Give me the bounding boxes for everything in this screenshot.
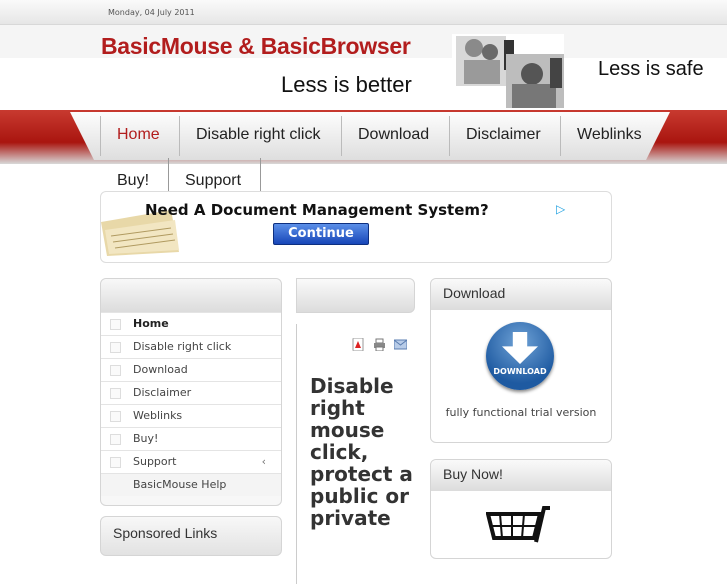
print-icon[interactable]: [373, 338, 386, 351]
banner-photo: [452, 34, 564, 108]
nav-download[interactable]: Download: [358, 124, 429, 146]
nav-disable-right-click[interactable]: Disable right click: [196, 124, 320, 146]
sidebar-menu: Home Disable right click Download Discla…: [100, 278, 282, 506]
buy-now-box: Buy Now!: [430, 459, 612, 559]
sidebar-item-label: Home: [133, 317, 169, 330]
ad-headline[interactable]: Need A Document Management System?: [145, 201, 489, 219]
nav-separator: [449, 116, 450, 156]
sidebar-item-disable-right-click[interactable]: Disable right click: [101, 335, 281, 358]
sidebar-item-label: Disclaimer: [133, 386, 192, 399]
slogan-safe: Less is safe: [598, 58, 704, 80]
content-border: [296, 324, 297, 584]
top-bar: Monday, 04 July 2011: [0, 0, 727, 25]
nav-buy[interactable]: Buy!: [117, 172, 149, 190]
sidebar-item-download[interactable]: Download: [101, 358, 281, 381]
sidebar-item-buy[interactable]: Buy!: [101, 427, 281, 450]
sidebar-item-label: Disable right click: [133, 340, 232, 353]
nav-support[interactable]: Support: [185, 172, 241, 190]
download-button[interactable]: DOWNLOAD: [486, 322, 554, 390]
nav-home[interactable]: Home: [117, 124, 160, 146]
chevron-left-icon[interactable]: ‹: [262, 451, 266, 473]
sidebar-item-weblinks[interactable]: Weblinks: [101, 404, 281, 427]
nav-disclaimer[interactable]: Disclaimer: [466, 124, 541, 146]
bullet-icon: [110, 319, 121, 330]
sidebar-item-label: Weblinks: [133, 409, 183, 422]
main-content: Disable right mouse click, protect a pub…: [296, 278, 416, 584]
sidebar-item-disclaimer[interactable]: Disclaimer: [101, 381, 281, 404]
sidebar-item-support[interactable]: Support ‹: [101, 450, 281, 473]
sidebar-item-basicmouse-help[interactable]: BasicMouse Help: [101, 473, 281, 496]
bullet-icon: [110, 434, 121, 445]
email-icon[interactable]: [394, 338, 408, 351]
buy-now-title: Buy Now!: [431, 460, 611, 491]
nav-weblinks[interactable]: Weblinks: [577, 124, 642, 146]
site-title: BasicMouse & BasicBrowser: [101, 33, 411, 59]
content-header: [296, 278, 415, 313]
sidebar-item-label: Support: [133, 455, 177, 468]
sidebar-header: [101, 279, 281, 312]
sponsored-links-box: Sponsored Links: [100, 516, 282, 556]
download-arrow-icon: [502, 332, 538, 364]
download-box-title: Download: [431, 279, 611, 310]
shopping-cart-icon[interactable]: [486, 504, 556, 549]
main-nav: Home Disable right click Download Discla…: [0, 110, 727, 164]
ad-banner[interactable]: Need A Document Management System? Conti…: [100, 191, 612, 263]
nav-separator: [100, 116, 101, 156]
nav-separator: [341, 116, 342, 156]
date-label: Monday, 04 July 2011: [108, 8, 195, 17]
bullet-icon: [110, 411, 121, 422]
sidebar-item-label: Download: [133, 363, 188, 376]
sidebar-item-label: Buy!: [133, 432, 159, 445]
article-title: Disable right mouse click, protect a pub…: [310, 374, 413, 530]
trial-text: fully functional trial version: [445, 406, 597, 419]
nav-separator: [179, 116, 180, 156]
bullet-icon: [110, 457, 121, 468]
download-button-label: DOWNLOAD: [493, 367, 547, 376]
article-tools: [352, 336, 410, 351]
slogan-better: Less is better: [281, 72, 412, 97]
pdf-icon[interactable]: [352, 338, 365, 351]
sponsored-links-title: Sponsored Links: [113, 525, 218, 541]
nav-separator: [560, 116, 561, 156]
bullet-icon: [110, 342, 121, 353]
bullet-icon: [110, 365, 121, 376]
bullet-icon: [110, 388, 121, 399]
download-box: Download DOWNLOAD fully functional trial…: [430, 278, 612, 443]
sidebar-item-home[interactable]: Home: [101, 312, 281, 335]
ad-continue-button[interactable]: Continue: [273, 223, 369, 245]
site-banner: BasicMouse & BasicBrowser Less is better…: [95, 28, 727, 110]
sidebar-item-label: BasicMouse Help: [133, 478, 227, 491]
adchoices-icon[interactable]: ▷: [556, 202, 565, 216]
